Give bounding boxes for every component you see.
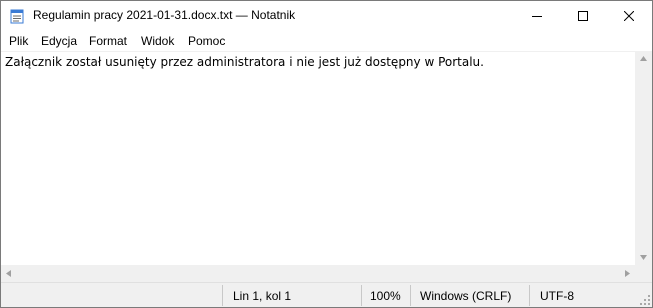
menu-bar: Plik Edycja Format Widok Pomoc	[1, 31, 652, 51]
notepad-icon	[10, 9, 24, 24]
menu-help[interactable]: Pomoc	[188, 34, 225, 48]
menu-view[interactable]: Widok	[141, 34, 174, 48]
menu-edit[interactable]: Edycja	[41, 34, 77, 48]
scroll-right-icon[interactable]	[625, 270, 630, 277]
vertical-scrollbar[interactable]	[635, 51, 652, 265]
status-divider	[529, 285, 530, 306]
scroll-left-icon[interactable]	[6, 270, 11, 277]
text-editor[interactable]: Załącznik został usunięty przez administ…	[1, 51, 635, 266]
scroll-down-icon[interactable]	[640, 255, 647, 260]
status-bar: Lin 1, kol 1 100% Windows (CRLF) UTF-8	[1, 282, 652, 307]
scrollbar-corner	[635, 265, 652, 282]
status-divider	[410, 285, 411, 306]
encoding: UTF-8	[540, 289, 574, 303]
maximize-icon	[578, 11, 588, 21]
title-bar[interactable]: Regulamin pracy 2021-01-31.docx.txt — No…	[1, 1, 652, 31]
editor-content[interactable]: Załącznik został usunięty przez administ…	[5, 55, 484, 69]
status-divider	[361, 285, 362, 306]
maximize-button[interactable]	[560, 1, 606, 31]
line-ending: Windows (CRLF)	[420, 289, 512, 303]
minimize-button[interactable]	[514, 1, 560, 31]
cursor-position: Lin 1, kol 1	[233, 289, 292, 303]
zoom-level: 100%	[370, 289, 401, 303]
menu-format[interactable]: Format	[89, 34, 127, 48]
status-divider	[222, 285, 223, 306]
window-title: Regulamin pracy 2021-01-31.docx.txt — No…	[33, 8, 296, 22]
menu-file[interactable]: Plik	[9, 34, 28, 48]
scroll-up-icon[interactable]	[640, 56, 647, 61]
close-button[interactable]	[606, 1, 652, 31]
notepad-window: Regulamin pracy 2021-01-31.docx.txt — No…	[0, 0, 653, 308]
resize-grip-icon[interactable]	[640, 295, 650, 305]
minimize-icon	[532, 16, 542, 17]
horizontal-scrollbar[interactable]	[1, 265, 635, 282]
close-icon	[624, 11, 634, 21]
